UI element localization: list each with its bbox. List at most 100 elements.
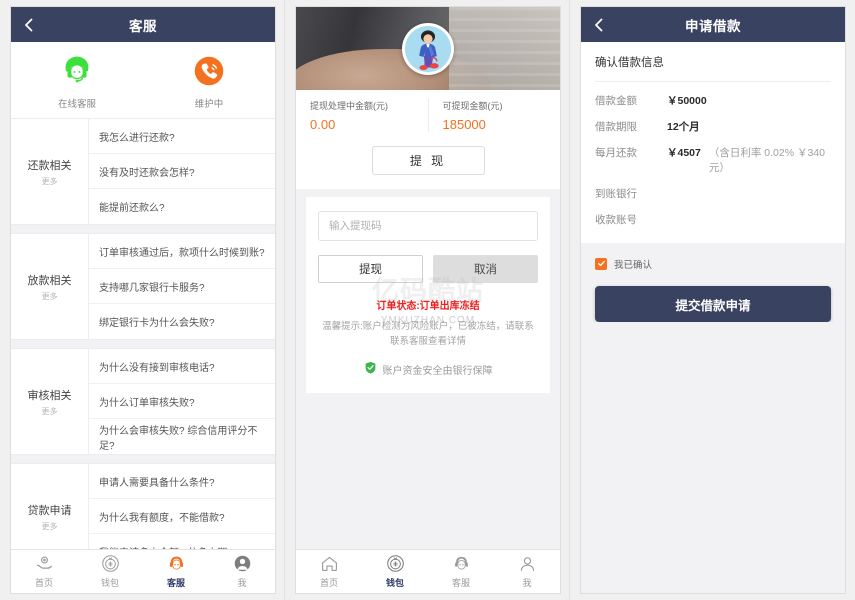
loan-row-amount: 借款金额 ￥50000	[595, 93, 831, 108]
faq-category-name: 放款相关	[28, 272, 72, 288]
phone-call-icon	[190, 52, 228, 90]
faq-question[interactable]: 绑定银行卡为什么会失败?	[89, 304, 275, 339]
faq-category-more: 更多	[42, 176, 58, 187]
withdraw-code-card: 提现 取消 亿码酷站 YMKUZHAN.COM 订单状态:订单出库冻结 温馨提示…	[306, 197, 550, 393]
faq-question[interactable]: 为什么没有接到审核电话?	[89, 349, 275, 384]
loan-row-value: ￥4507	[667, 145, 701, 160]
bank-guarantee: 账户资金安全由银行保障	[318, 361, 538, 377]
faq-group: 审核相关 更多 为什么没有接到审核电话? 为什么订单审核失败? 为什么会审核失败…	[11, 348, 275, 455]
faq-question[interactable]: 没有及时还款会怎样?	[89, 154, 275, 189]
faq-question[interactable]: 我怎么进行还款?	[89, 119, 275, 154]
bottom-nav-2: 首页 钱包	[296, 549, 560, 593]
loan-row-key: 每月还款	[595, 145, 667, 160]
faq-question[interactable]: 能提前还款么?	[89, 189, 275, 224]
tab-label: 首页	[320, 576, 338, 589]
tab-wallet[interactable]: 钱包	[362, 550, 428, 593]
screen-customer-service: 客服	[0, 0, 285, 600]
withdraw-button[interactable]: 提 现	[372, 146, 485, 175]
faq-question[interactable]: 申请人需要具备什么条件?	[89, 464, 275, 499]
confirm-area: 我已确认	[581, 243, 845, 271]
tab-wallet[interactable]: 钱包	[77, 550, 143, 593]
tab-label: 首页	[35, 576, 53, 589]
tab-home[interactable]: 首页	[296, 550, 362, 593]
faq-category-name: 还款相关	[28, 157, 72, 173]
tab-customer-service[interactable]: 客服	[428, 550, 494, 593]
faq-question[interactable]: 订单审核通过后，款项什么时候到账?	[89, 234, 275, 269]
faq-question[interactable]: 支持哪几家银行卡服务?	[89, 269, 275, 304]
amount-summary: 提现处理中金额(元) 0.00 可提现金额(元) 185000	[296, 90, 560, 143]
faq-question[interactable]: 为什么我有额度，不能借款?	[89, 499, 275, 534]
service-label: 在线客服	[58, 96, 96, 110]
bank-guarantee-text: 账户资金安全由银行保障	[383, 362, 493, 377]
amount-label: 可提现金额(元)	[443, 99, 561, 112]
user-profile-icon	[233, 554, 252, 573]
confirm-withdraw-button[interactable]: 提现	[318, 255, 423, 283]
service-entries: 在线客服 维护中	[11, 42, 275, 118]
tab-label: 我	[522, 576, 531, 589]
amount-available: 可提现金额(元) 185000	[428, 99, 561, 132]
tab-label: 钱包	[386, 576, 404, 589]
cancel-withdraw-button[interactable]: 取消	[433, 255, 538, 283]
shield-check-icon	[364, 361, 377, 377]
withdraw-action-area: 提 现	[296, 143, 560, 189]
tab-profile[interactable]: 我	[494, 550, 560, 593]
chevron-left-icon[interactable]	[591, 17, 607, 33]
tab-home[interactable]: 首页	[11, 550, 77, 593]
faq-category-name: 贷款申请	[28, 502, 72, 518]
phone-viewport-1: 客服	[10, 6, 276, 594]
customer-service-icon	[452, 554, 471, 573]
loan-row-key: 借款期限	[595, 119, 667, 134]
chevron-left-icon[interactable]	[21, 17, 37, 33]
tab-label: 钱包	[101, 576, 119, 589]
faq-category-name: 审核相关	[28, 387, 72, 403]
faq-group: 放款相关 更多 订单审核通过后，款项什么时候到账? 支持哪几家银行卡服务? 绑定…	[11, 233, 275, 340]
phone-viewport-2: 提现处理中金额(元) 0.00 可提现金额(元) 185000 提 现 提现 取…	[295, 6, 561, 594]
risk-notice-text: 温馨提示:账户检测为风险账户，已被冻结，请联系联系客服查看详情	[318, 319, 538, 349]
faq-category-disbursement[interactable]: 放款相关 更多	[11, 234, 89, 339]
loan-row-key: 到账银行	[595, 186, 667, 201]
headset-support-icon	[58, 52, 96, 90]
appbar-customer-service: 客服	[11, 7, 275, 42]
tab-profile[interactable]: 我	[209, 550, 275, 593]
service-maintenance[interactable]: 维护中	[143, 52, 275, 110]
faq-category-review[interactable]: 审核相关 更多	[11, 349, 89, 454]
businessman-avatar-icon	[405, 26, 451, 72]
loan-row-note: （含日利率 0.02% ￥340元）	[709, 145, 831, 175]
faq-category-repayment[interactable]: 还款相关 更多	[11, 119, 89, 224]
order-status-text: 订单状态:订单出库冻结	[318, 297, 538, 312]
withdraw-button-row: 提现 取消	[318, 255, 538, 283]
checkmark-icon	[597, 255, 606, 273]
loan-row-value: ￥50000	[667, 93, 707, 108]
loan-row-value: 12个月	[667, 119, 700, 134]
confirm-checkbox-row[interactable]: 我已确认	[595, 257, 831, 271]
confirm-label: 我已确认	[614, 257, 652, 271]
screenshot-root: 客服	[0, 0, 855, 600]
loan-row-term: 借款期限 12个月	[595, 119, 831, 134]
faq-category-more: 更多	[42, 406, 58, 417]
faq-questions: 订单审核通过后，款项什么时候到账? 支持哪几家银行卡服务? 绑定银行卡为什么会失…	[89, 234, 275, 339]
withdraw-code-input[interactable]	[318, 211, 538, 241]
amount-label: 提现处理中金额(元)	[310, 99, 428, 112]
tab-label: 客服	[167, 576, 185, 589]
faq-list: 还款相关 更多 我怎么进行还款? 没有及时还款会怎样? 能提前还款么? 放款相关…	[11, 118, 275, 549]
confirm-checkbox[interactable]	[595, 258, 607, 270]
faq-group: 还款相关 更多 我怎么进行还款? 没有及时还款会怎样? 能提前还款么?	[11, 118, 275, 225]
hero-banner	[296, 7, 560, 90]
amount-value: 185000	[443, 117, 561, 132]
faq-category-loan-application[interactable]: 贷款申请 更多	[11, 464, 89, 549]
wallet-coin-icon	[101, 554, 120, 573]
service-online-support[interactable]: 在线客服	[11, 52, 143, 110]
faq-questions: 申请人需要具备什么条件? 为什么我有额度，不能借款? 我能申请多少金额? 分多少…	[89, 464, 275, 549]
section-title: 确认借款信息	[595, 54, 831, 82]
faq-question[interactable]: 我能申请多少金额? 分多少期?	[89, 534, 275, 549]
submit-loan-application-button[interactable]: 提交借款申请	[595, 286, 831, 322]
service-label: 维护中	[195, 96, 224, 110]
content-spacer-2	[296, 393, 560, 549]
faq-question[interactable]: 为什么会审核失败? 综合信用评分不足?	[89, 419, 275, 454]
screen-loan-application: 申请借款 确认借款信息 借款金额 ￥50000 借款期限 12个月 每月还款 ￥…	[570, 0, 855, 600]
user-profile-icon	[518, 554, 537, 573]
amount-processing: 提现处理中金额(元) 0.00	[296, 99, 428, 132]
amount-value: 0.00	[310, 117, 428, 132]
faq-question[interactable]: 为什么订单审核失败?	[89, 384, 275, 419]
tab-customer-service[interactable]: 客服	[143, 550, 209, 593]
